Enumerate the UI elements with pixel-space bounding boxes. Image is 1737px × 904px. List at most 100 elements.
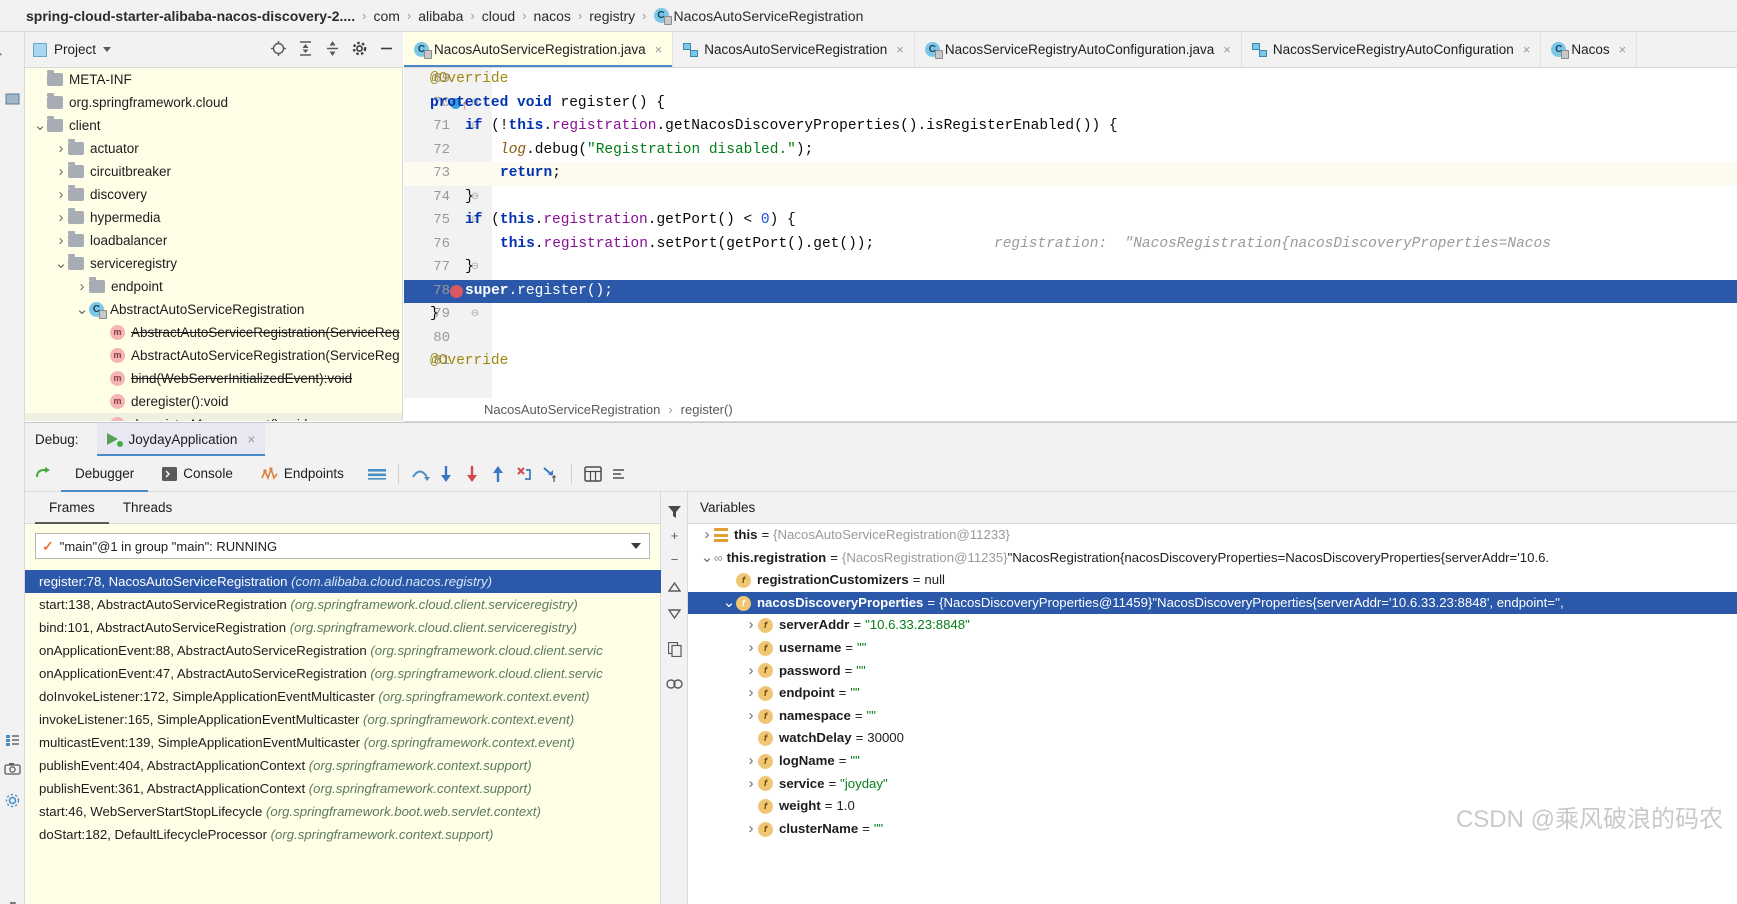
frame-row[interactable]: bind:101, AbstractAutoServiceRegistratio… [25, 616, 661, 639]
editor-tab[interactable]: CNacosServiceRegistryAutoConfiguration.j… [915, 32, 1242, 67]
settings-gear-rail-icon[interactable] [4, 792, 21, 809]
tab-endpoints[interactable]: Endpoints [247, 456, 358, 492]
chevron-right-icon[interactable]: › [75, 278, 89, 295]
pin-rail-icon[interactable] [4, 900, 21, 904]
variable-row[interactable]: ›fusername="" [688, 637, 1737, 660]
move-down-icon[interactable] [665, 604, 684, 623]
frame-row[interactable]: invokeListener:165, SimpleApplicationEve… [25, 708, 661, 731]
tree-node[interactable]: ⌄client [25, 114, 402, 137]
remove-icon[interactable]: − [665, 550, 684, 569]
breadcrumb-leaf[interactable]: NacosAutoServiceRegistration [674, 8, 864, 24]
breadcrumb-item-com[interactable]: com [373, 8, 399, 24]
frame-row[interactable]: start:138, AbstractAutoServiceRegistrati… [25, 593, 661, 616]
step-over-icon[interactable] [407, 461, 433, 487]
frame-row[interactable]: start:46, WebServerStartStopLifecycle (o… [25, 800, 661, 823]
add-icon[interactable]: + [665, 526, 684, 545]
mute-breakpoints-icon[interactable] [606, 461, 632, 487]
chevron-right-icon[interactable]: › [744, 750, 758, 773]
chevron-right-icon[interactable]: › [744, 682, 758, 705]
close-icon[interactable]: × [1619, 42, 1627, 57]
frame-row[interactable]: multicastEvent:139, SimpleApplicationEve… [25, 731, 661, 754]
chevron-right-icon[interactable]: › [744, 773, 758, 796]
frames-list[interactable]: register:78, NacosAutoServiceRegistratio… [25, 570, 661, 904]
variable-row[interactable]: ›fserverAddr="10.6.33.23:8848" [688, 614, 1737, 637]
variable-row[interactable]: fregistrationCustomizers=null [688, 569, 1737, 592]
close-icon[interactable]: × [1223, 42, 1231, 57]
chevron-down-icon[interactable]: ⌄ [54, 260, 68, 268]
frame-row[interactable]: onApplicationEvent:47, AbstractAutoServi… [25, 662, 661, 685]
code-line[interactable]: 74⊖} [404, 186, 1737, 210]
variable-row[interactable]: ›fnamespace="" [688, 705, 1737, 728]
tab-console[interactable]: Console [148, 456, 247, 492]
code-line[interactable]: 70↑⊖protected void register() { [404, 92, 1737, 116]
code-lines[interactable]: 69@Override70↑⊖protected void register()… [404, 68, 1737, 374]
frame-row[interactable]: doStart:182, DefaultLifecycleProcessor (… [25, 823, 661, 846]
chevron-down-icon[interactable] [631, 543, 641, 549]
tree-node[interactable]: mderegisterManagement():void [25, 413, 402, 421]
chevron-right-icon[interactable]: › [700, 524, 714, 547]
chevron-right-icon[interactable]: › [744, 614, 758, 637]
step-out-icon[interactable] [485, 461, 511, 487]
chevron-right-icon[interactable]: › [744, 705, 758, 728]
breadcrumb-item-alibaba[interactable]: alibaba [418, 8, 463, 24]
close-icon[interactable]: × [655, 42, 663, 57]
tree-node[interactable]: ›actuator [25, 137, 402, 160]
evaluate-expression-icon[interactable] [580, 461, 606, 487]
locate-icon[interactable] [270, 40, 287, 60]
project-rail-icon[interactable] [4, 90, 21, 107]
move-up-icon[interactable] [665, 578, 684, 597]
code-line[interactable]: 77⊖} [404, 256, 1737, 280]
variable-row[interactable]: ›fservice="joyday" [688, 773, 1737, 796]
breadcrumb-item-cloud[interactable]: cloud [482, 8, 515, 24]
copy-icon[interactable] [665, 640, 684, 659]
chevron-right-icon[interactable]: › [54, 232, 68, 249]
tree-node[interactable]: mderegister():void [25, 390, 402, 413]
tab-threads[interactable]: Threads [109, 492, 187, 524]
breadcrumb-module[interactable]: spring-cloud-starter-alibaba-nacos-disco… [26, 8, 355, 24]
debug-toolbar[interactable]: Debugger Console Endpoints [25, 456, 1737, 492]
project-toolbar-label[interactable]: Project [54, 42, 96, 57]
frame-row[interactable]: publishEvent:361, AbstractApplicationCon… [25, 777, 661, 800]
close-icon[interactable]: × [1523, 42, 1531, 57]
editor-breadcrumb-method[interactable]: register() [681, 402, 733, 417]
chevron-down-icon[interactable]: ⌄ [75, 306, 89, 314]
editor-tab[interactable]: CNacosAutoServiceRegistration.java× [404, 32, 673, 67]
editor-tab-bar[interactable]: CNacosAutoServiceRegistration.java×Nacos… [404, 32, 1737, 68]
code-line[interactable]: 80 [404, 327, 1737, 351]
frames-tabs[interactable]: Frames Threads [25, 492, 660, 524]
code-line[interactable]: 75⊖if (this.registration.getPort() < 0) … [404, 209, 1737, 233]
code-line[interactable]: 78super.register(); [404, 280, 1737, 304]
chevron-down-icon[interactable]: ⌄ [700, 554, 714, 562]
variables-tree[interactable]: ›this={NacosAutoServiceRegistration@1123… [688, 524, 1737, 904]
tab-debugger[interactable]: Debugger [61, 456, 148, 492]
code-line[interactable]: 79⊖} [404, 303, 1737, 327]
chevron-right-icon[interactable]: › [744, 818, 758, 841]
chevron-right-icon[interactable]: › [54, 163, 68, 180]
code-line[interactable]: 76this.registration.setPort(getPort().ge… [404, 233, 1737, 257]
tree-node[interactable]: org.springframework.cloud [25, 91, 402, 114]
drop-frame-icon[interactable] [511, 461, 537, 487]
code-line[interactable]: 81@Override [404, 350, 1737, 374]
watches-icon[interactable] [665, 674, 684, 693]
code-line[interactable]: 71⊖if (!this.registration.getNacosDiscov… [404, 115, 1737, 139]
breadcrumb-item-registry[interactable]: registry [589, 8, 635, 24]
chevron-down-icon[interactable]: ⌄ [722, 599, 736, 607]
tree-node[interactable]: ⌄CAbstractAutoServiceRegistration [25, 298, 402, 321]
variable-row[interactable]: ›fpassword="" [688, 660, 1737, 683]
chevron-down-icon[interactable] [103, 47, 111, 52]
code-editor[interactable]: 69@Override70↑⊖protected void register()… [404, 68, 1737, 398]
chevron-right-icon[interactable]: › [54, 186, 68, 203]
frame-row[interactable]: publishEvent:404, AbstractApplicationCon… [25, 754, 661, 777]
close-icon[interactable]: × [247, 432, 255, 447]
chevron-right-icon[interactable]: › [744, 660, 758, 683]
tree-node[interactable]: ›hypermedia [25, 206, 402, 229]
structure-rail-icon[interactable] [4, 732, 21, 749]
frame-row[interactable]: doInvokeListener:172, SimpleApplicationE… [25, 685, 661, 708]
frame-row[interactable]: onApplicationEvent:88, AbstractAutoServi… [25, 639, 661, 662]
step-into-icon[interactable] [433, 461, 459, 487]
breadcrumb-item-nacos[interactable]: nacos [534, 8, 571, 24]
tree-node[interactable]: ›discovery [25, 183, 402, 206]
fold-marker-icon[interactable]: ⊖ [470, 303, 480, 327]
project-tree[interactable]: META-INForg.springframework.cloud⌄client… [25, 68, 403, 421]
variable-row[interactable]: ›flogName="" [688, 750, 1737, 773]
